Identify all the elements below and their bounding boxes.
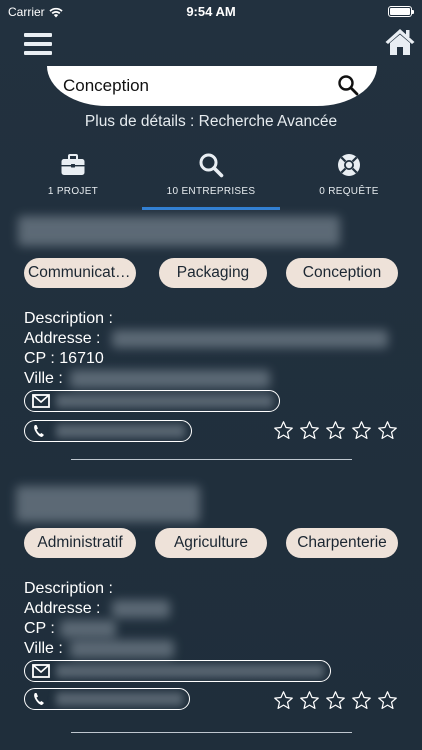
- result-tabs: 1 PROJET 10 ENTREPRISES 0 REQUÊTE: [0, 148, 422, 210]
- tag-chip[interactable]: Communicati…: [24, 258, 136, 288]
- star-icon[interactable]: [299, 420, 320, 441]
- phone-button[interactable]: [24, 420, 192, 442]
- status-bar: Carrier 9:54 AM: [0, 0, 422, 24]
- description-label: Description :: [24, 310, 113, 327]
- postal-code-label: CP : 16710: [24, 350, 104, 367]
- star-icon[interactable]: [325, 690, 346, 711]
- tab-requests-label: 0 REQUÊTE: [319, 186, 379, 197]
- home-icon[interactable]: [384, 26, 416, 58]
- postal-code-label: CP :: [24, 620, 55, 637]
- postal-code-value-redacted: [60, 620, 116, 638]
- company-name-redacted: [16, 486, 200, 522]
- rating-stars[interactable]: [273, 420, 398, 441]
- email-value-redacted: [56, 664, 324, 678]
- star-icon[interactable]: [377, 420, 398, 441]
- phone-value-redacted: [56, 692, 183, 706]
- star-icon[interactable]: [299, 690, 320, 711]
- phone-icon: [34, 425, 44, 437]
- email-button[interactable]: [24, 660, 331, 682]
- address-label: Addresse :: [24, 330, 101, 347]
- star-icon[interactable]: [351, 690, 372, 711]
- star-icon[interactable]: [377, 690, 398, 711]
- tab-companies[interactable]: 10 ENTREPRISES: [141, 148, 281, 210]
- city-value-redacted: [70, 370, 270, 388]
- star-icon[interactable]: [273, 690, 294, 711]
- description-label: Description :: [24, 580, 113, 597]
- tag-chip[interactable]: Conception: [286, 258, 398, 288]
- advanced-search-link[interactable]: Plus de détails : Recherche Avancée: [0, 113, 422, 131]
- address-value-redacted: [112, 330, 388, 348]
- tab-projects[interactable]: 1 PROJET: [3, 148, 143, 210]
- tab-requests[interactable]: 0 REQUÊTE: [279, 148, 419, 210]
- envelope-icon: [32, 664, 50, 678]
- company-name-redacted: [18, 216, 340, 246]
- email-value-redacted: [56, 394, 273, 408]
- tab-projects-label: 1 PROJET: [47, 186, 99, 197]
- address-value-redacted: [112, 600, 170, 618]
- tag-chip[interactable]: Administratif: [24, 528, 136, 558]
- phone-value-redacted: [56, 424, 185, 438]
- star-icon[interactable]: [351, 420, 372, 441]
- email-button[interactable]: [24, 390, 280, 412]
- phone-button[interactable]: [24, 688, 190, 710]
- tag-chip[interactable]: Agriculture: [155, 528, 267, 558]
- phone-icon: [34, 693, 44, 705]
- envelope-icon: [32, 394, 50, 408]
- star-icon[interactable]: [273, 420, 294, 441]
- search-icon[interactable]: [337, 74, 359, 96]
- city-value-redacted: [70, 640, 174, 658]
- star-icon[interactable]: [325, 420, 346, 441]
- active-tab-indicator: [142, 207, 280, 210]
- tab-companies-label: 10 ENTREPRISES: [166, 186, 256, 197]
- card-divider: [71, 732, 352, 733]
- card-divider: [71, 459, 352, 460]
- search-input[interactable]: [63, 74, 323, 98]
- tag-chip[interactable]: Packaging: [159, 258, 267, 288]
- search-bar: [47, 66, 377, 106]
- tag-chip[interactable]: Charpenterie: [286, 528, 398, 558]
- search-icon: [199, 153, 224, 178]
- status-time: 9:54 AM: [186, 4, 236, 19]
- city-label: Ville :: [24, 640, 63, 657]
- city-label: Ville :: [24, 370, 63, 387]
- hamburger-menu-icon[interactable]: [24, 33, 52, 55]
- lifebuoy-icon: [338, 154, 360, 176]
- rating-stars[interactable]: [273, 690, 398, 711]
- briefcase-icon: [61, 154, 85, 175]
- address-label: Addresse :: [24, 600, 101, 617]
- battery-icon: [388, 6, 414, 17]
